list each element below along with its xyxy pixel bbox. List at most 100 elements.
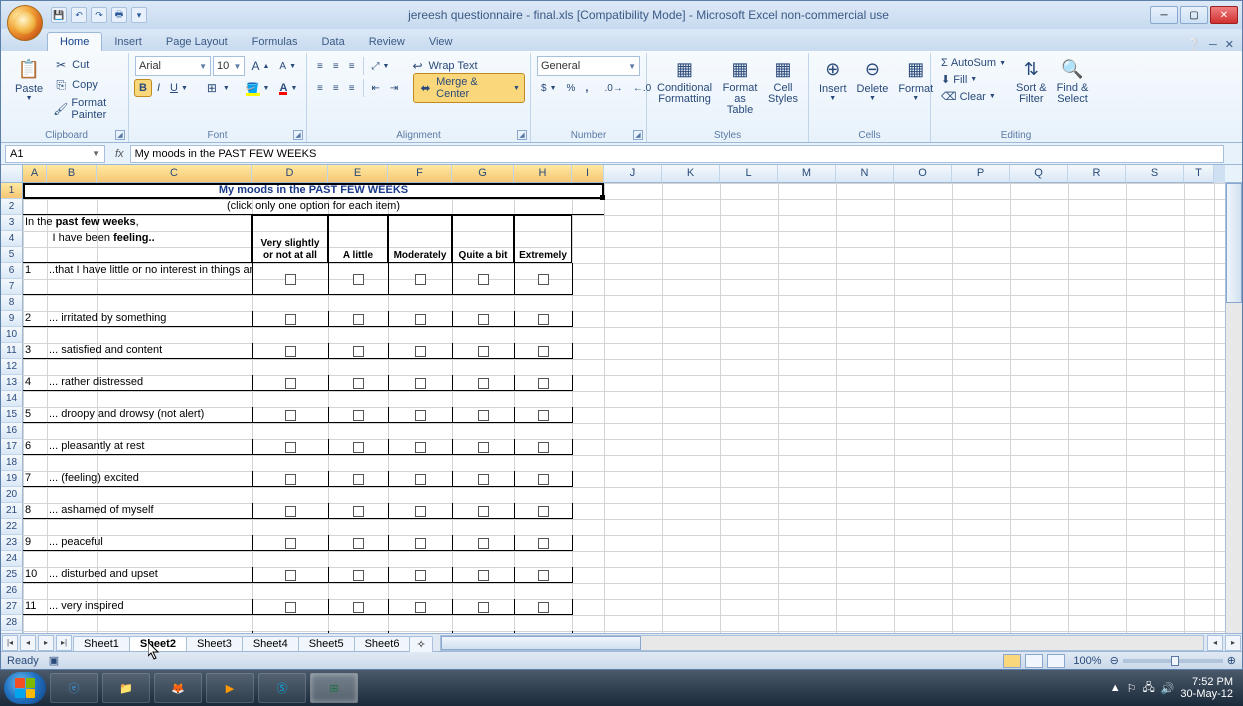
col-header-J[interactable]: J [604,165,662,183]
increase-indent-button[interactable]: ⇥ [386,81,402,96]
sheet-tab-sheet6[interactable]: Sheet6 [354,636,411,651]
sheet-nav-last[interactable]: ▸| [56,635,72,651]
comma-button[interactable]: , [581,80,592,96]
macro-record-icon[interactable]: ▣ [49,654,59,667]
row-header-22[interactable]: 22 [1,519,23,535]
row-header-24[interactable]: 24 [1,551,23,567]
checkbox-q7-c5[interactable] [514,471,572,487]
checkbox-q2-c1[interactable] [252,311,328,327]
minimize-button[interactable]: ─ [1150,6,1178,24]
col-header-R[interactable]: R [1068,165,1126,183]
checkbox-q10-c4[interactable] [452,567,514,583]
col-header-K[interactable]: K [662,165,720,183]
taskbar-media[interactable]: ▶ [206,673,254,703]
zoom-slider-thumb[interactable] [1171,656,1179,666]
checkbox-q4-c4[interactable] [452,375,514,391]
checkbox-q12-c1[interactable] [252,631,328,633]
italic-button[interactable]: I [153,80,164,96]
hscroll-right[interactable]: ▸ [1225,635,1241,651]
row-header-17[interactable]: 17 [1,439,23,455]
cells-area[interactable]: My moods in the PAST FEW WEEKS(click onl… [23,183,1225,633]
col-header-L[interactable]: L [720,165,778,183]
select-all-corner[interactable] [1,165,23,183]
row-header-20[interactable]: 20 [1,487,23,503]
checkbox-q7-c2[interactable] [328,471,388,487]
sheet-tab-sheet1[interactable]: Sheet1 [73,636,130,651]
sheet-nav-prev[interactable]: ◂ [20,635,36,651]
sheet-tab-sheet5[interactable]: Sheet5 [298,636,355,651]
col-header-C[interactable]: C [97,165,252,183]
checkbox-q11-c2[interactable] [328,599,388,615]
checkbox-q11-c5[interactable] [514,599,572,615]
percent-button[interactable]: % [563,81,580,96]
col-header-Q[interactable]: Q [1010,165,1068,183]
decrease-indent-button[interactable]: ⇤ [367,81,383,96]
align-middle-button[interactable]: ≡ [329,59,343,74]
checkbox-q5-c3[interactable] [388,407,452,423]
col-header-P[interactable]: P [952,165,1010,183]
ribbon-tab-page-layout[interactable]: Page Layout [154,33,240,51]
font-size-combo[interactable]: 10▼ [213,56,245,76]
new-sheet-button[interactable]: ✧ [409,636,432,652]
sheet-tab-sheet4[interactable]: Sheet4 [242,636,299,651]
checkbox-q10-c5[interactable] [514,567,572,583]
checkbox-q1-c3[interactable] [388,263,452,295]
zoom-slider[interactable] [1123,659,1223,663]
conditional-formatting-button[interactable]: ▦Conditional Formatting [653,55,716,107]
checkbox-q9-c4[interactable] [452,535,514,551]
row-header-19[interactable]: 19 [1,471,23,487]
checkbox-q1-c1[interactable] [252,263,328,295]
help-icon[interactable]: ❔ [1187,38,1201,51]
ribbon-tab-formulas[interactable]: Formulas [240,33,310,51]
currency-button[interactable]: $▼ [537,81,561,96]
autosum-button[interactable]: ΣAutoSum▼ [937,55,1010,71]
formula-input[interactable]: My moods in the PAST FEW WEEKS [130,145,1224,163]
tray-network-icon[interactable]: 🖧 [1142,679,1154,698]
col-header-O[interactable]: O [894,165,952,183]
font-color-button[interactable]: A▼ [275,80,301,96]
checkbox-q1-c4[interactable] [452,263,514,295]
grow-font-button[interactable]: A▲ [247,57,273,75]
col-header-E[interactable]: E [328,165,388,183]
horizontal-scrollbar[interactable] [440,635,1204,651]
checkbox-q4-c1[interactable] [252,375,328,391]
sort-filter-button[interactable]: ⇅Sort & Filter [1012,55,1051,107]
checkbox-q7-c1[interactable] [252,471,328,487]
number-format-combo[interactable]: General▼ [537,56,640,76]
checkbox-q7-c4[interactable] [452,471,514,487]
checkbox-q12-c3[interactable] [388,631,452,633]
row-header-15[interactable]: 15 [1,407,23,423]
fill-color-button[interactable]: 🪣▼ [242,80,274,97]
col-header-D[interactable]: D [252,165,328,183]
taskbar-excel[interactable]: ⊞ [310,673,358,703]
zoom-percent[interactable]: 100% [1073,655,1101,667]
row-header-18[interactable]: 18 [1,455,23,471]
row-header-10[interactable]: 10 [1,327,23,343]
row-header-16[interactable]: 16 [1,423,23,439]
hscroll-thumb[interactable] [441,636,641,650]
ribbon-tab-data[interactable]: Data [309,33,356,51]
checkbox-q10-c3[interactable] [388,567,452,583]
align-left-button[interactable]: ≡ [313,81,327,96]
font-expand-icon[interactable]: ◢ [293,130,303,140]
wrap-text-button[interactable]: ↩Wrap Text [405,56,481,76]
row-header-12[interactable]: 12 [1,359,23,375]
align-bottom-button[interactable]: ≡ [345,59,359,74]
fill-button[interactable]: ⬇Fill▼ [937,71,1010,88]
checkbox-q8-c3[interactable] [388,503,452,519]
qat-redo-icon[interactable]: ↷ [91,7,107,23]
sheet-nav-first[interactable]: |◂ [2,635,18,651]
cell-styles-button[interactable]: ▦Cell Styles [764,55,802,107]
checkbox-q6-c1[interactable] [252,439,328,455]
find-select-button[interactable]: 🔍Find & Select [1053,55,1093,107]
col-header-S[interactable]: S [1126,165,1184,183]
checkbox-q11-c4[interactable] [452,599,514,615]
start-button[interactable] [4,672,46,704]
row-header-8[interactable]: 8 [1,295,23,311]
checkbox-q5-c4[interactable] [452,407,514,423]
checkbox-q9-c3[interactable] [388,535,452,551]
zoom-in-button[interactable]: ⊕ [1227,654,1236,667]
taskbar-firefox[interactable]: 🦊 [154,673,202,703]
page-layout-view-button[interactable] [1025,654,1043,668]
ribbon-tab-insert[interactable]: Insert [102,33,154,51]
